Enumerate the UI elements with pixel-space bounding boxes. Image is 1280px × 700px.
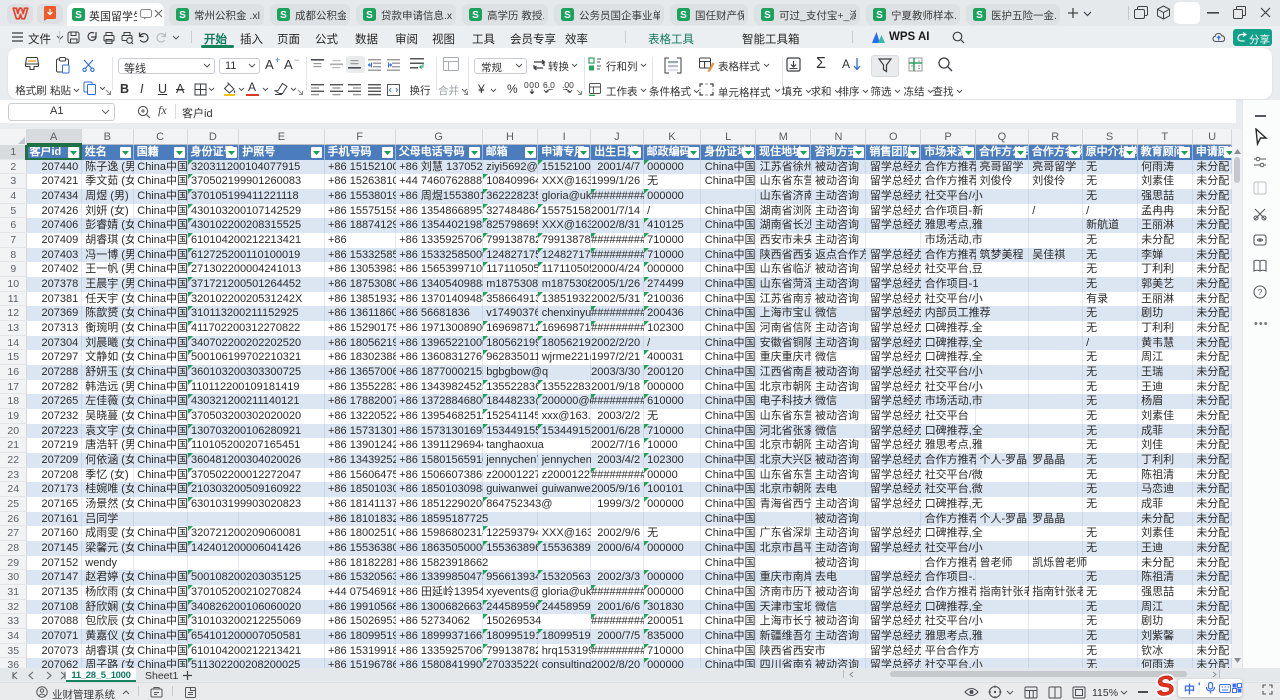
svg-text:S: S (1154, 670, 1177, 700)
svg-text:?: ? (1258, 287, 1263, 297)
svg-text:S: S (280, 10, 287, 21)
svg-text:S: S (764, 10, 771, 21)
svg-text:S: S (179, 10, 186, 21)
svg-text:S: S (366, 10, 373, 21)
svg-text:S: S (976, 10, 983, 21)
svg-text:S: S (876, 10, 883, 21)
svg-text:S: S (75, 10, 82, 21)
svg-text:S: S (564, 10, 571, 21)
svg-text:S: S (680, 10, 687, 21)
svg-text:S: S (472, 10, 479, 21)
